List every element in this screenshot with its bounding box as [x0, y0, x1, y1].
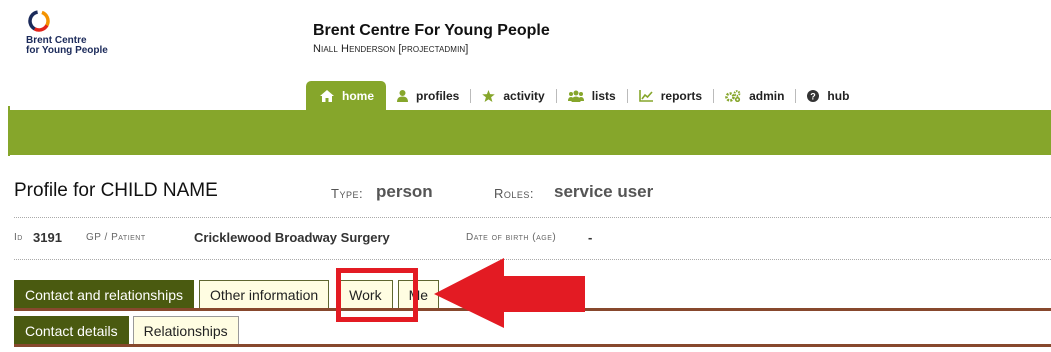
- page-title: Profile for CHILD NAME: [14, 180, 218, 201]
- dob-value: -: [588, 230, 593, 245]
- line-chart-icon: [638, 89, 653, 102]
- subtab-relationships[interactable]: Relationships: [132, 316, 239, 344]
- nav-home-label: home: [342, 88, 375, 103]
- annotation-highlight-box: [336, 268, 418, 322]
- question-circle-icon: ?: [807, 89, 820, 102]
- cogs-icon: [725, 89, 741, 102]
- star-icon: [482, 89, 496, 102]
- nav-hub-label: hub: [827, 88, 850, 103]
- id-value: 3191: [33, 230, 62, 245]
- nav-reports-label: reports: [660, 88, 703, 103]
- type-value: person: [376, 182, 433, 201]
- org-header: Brent Centre For Young People Niall Hend…: [313, 22, 550, 55]
- logo-mark-icon: [28, 10, 50, 32]
- tab-contact-and-relationships[interactable]: Contact and relationships: [14, 280, 194, 308]
- users-icon: [567, 90, 584, 102]
- org-name: Brent Centre For Young People: [313, 22, 550, 39]
- nav-activity-label: activity: [503, 88, 545, 103]
- type-label: Type:: [331, 186, 364, 201]
- subtab-rule: [14, 344, 1051, 347]
- nav-hub[interactable]: ? hub: [796, 81, 860, 110]
- nav-home[interactable]: home: [306, 81, 387, 110]
- annotation-arrow-icon: [434, 258, 585, 328]
- main-nav: home profiles activity lists reports adm…: [306, 81, 860, 110]
- nav-subbar: [10, 110, 1051, 155]
- logo-line-2: for Young People: [26, 45, 108, 56]
- nav-admin-label: admin: [749, 88, 785, 103]
- gp-value: Cricklewood Broadway Surgery: [194, 230, 390, 245]
- contact-subtabs: Contact details Relationships: [14, 316, 243, 344]
- svg-text:?: ?: [811, 91, 817, 101]
- subtab-contact-details[interactable]: Contact details: [14, 316, 129, 344]
- roles-value: service user: [554, 182, 654, 201]
- nav-reports[interactable]: reports: [628, 81, 713, 110]
- nav-profiles[interactable]: profiles: [386, 81, 470, 110]
- divider: [14, 217, 1051, 218]
- nav-activity[interactable]: activity: [471, 81, 555, 110]
- nav-lists[interactable]: lists: [557, 81, 627, 110]
- dob-label: Date of birth (age): [466, 232, 557, 243]
- home-icon: [320, 89, 334, 102]
- user-icon: [397, 89, 409, 102]
- nav-lists-label: lists: [591, 88, 616, 103]
- tab-other-information[interactable]: Other information: [199, 280, 330, 308]
- nav-profiles-label: profiles: [416, 88, 460, 103]
- current-user[interactable]: Niall Henderson [projectadmin]: [313, 43, 550, 55]
- nav-admin[interactable]: admin: [714, 81, 795, 110]
- id-label: Id: [14, 232, 23, 243]
- roles-label: Roles:: [494, 186, 535, 201]
- gp-label: GP / Patient: [86, 232, 146, 243]
